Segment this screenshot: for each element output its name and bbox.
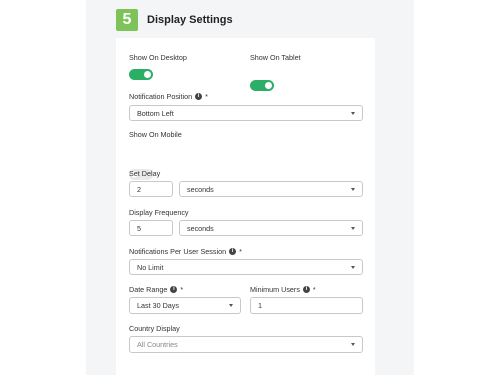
chevron-down-icon: [229, 304, 233, 307]
display-frequency-unit-select[interactable]: seconds: [179, 220, 363, 236]
required-marker: *: [205, 92, 208, 101]
set-delay-unit-select[interactable]: seconds: [179, 181, 363, 197]
notifications-per-session-select[interactable]: No Limit: [129, 259, 363, 275]
set-delay-input[interactable]: 2: [129, 181, 173, 197]
country-display-label: Country Display: [129, 324, 180, 333]
minimum-users-label-text: Minimum Users: [250, 285, 300, 294]
notifications-per-session-label: Notifications Per User Session i *: [129, 247, 242, 256]
chevron-down-icon: [351, 265, 355, 269]
required-marker: *: [180, 285, 184, 294]
show-on-tablet-toggle[interactable]: [250, 80, 274, 91]
country-display-placeholder: All Countries: [137, 340, 178, 349]
notification-position-label: Notification Position i *: [129, 92, 208, 101]
notifications-per-session-value: No Limit: [137, 262, 164, 272]
notification-position-value: Bottom Left: [137, 108, 174, 118]
toggle-knob: [265, 82, 272, 89]
display-frequency-value: 5: [137, 223, 141, 233]
required-marker: *: [312, 285, 316, 294]
notifications-per-session-label-text: Notifications Per User Session: [129, 247, 227, 256]
show-on-tablet-label: Show On Tablet: [250, 53, 301, 62]
country-display-select[interactable]: All Countries: [129, 336, 363, 353]
set-delay-value: 2: [137, 184, 141, 194]
chevron-down-icon: [351, 187, 355, 191]
toggle-knob: [144, 71, 151, 78]
date-range-label: Date Range i *: [129, 285, 183, 294]
show-on-desktop-toggle[interactable]: [129, 69, 153, 80]
display-frequency-input[interactable]: 5: [129, 220, 173, 236]
info-icon[interactable]: i: [195, 93, 203, 100]
chevron-down-icon: [351, 226, 355, 230]
minimum-users-value: 1: [258, 301, 262, 310]
section-header: 5 Display Settings: [116, 9, 233, 31]
info-icon[interactable]: i: [302, 286, 310, 293]
date-range-select[interactable]: Last 30 Days: [129, 297, 241, 314]
set-delay-label: Set Delay: [129, 169, 161, 178]
minimum-users-input[interactable]: 1: [250, 297, 363, 314]
display-settings-card: Show On Desktop Show On Tablet Notificat…: [116, 38, 375, 375]
chevron-down-icon: [351, 343, 355, 346]
show-on-desktop-label: Show On Desktop: [129, 53, 187, 62]
info-icon[interactable]: i: [170, 286, 178, 293]
display-frequency-unit-value: seconds: [187, 223, 214, 233]
required-marker: *: [239, 247, 242, 256]
step-number-badge: 5: [116, 9, 138, 31]
section-title: Display Settings: [147, 14, 233, 26]
date-range-label-text: Date Range: [129, 285, 168, 294]
info-icon[interactable]: i: [229, 248, 237, 255]
date-range-value: Last 30 Days: [137, 301, 179, 310]
show-on-mobile-label: Show On Mobile: [129, 130, 182, 139]
display-frequency-label: Display Frequency: [129, 208, 189, 217]
set-delay-unit-value: seconds: [187, 184, 214, 194]
notification-position-label-text: Notification Position: [129, 92, 193, 101]
minimum-users-label: Minimum Users i *: [250, 285, 316, 294]
chevron-down-icon: [351, 111, 355, 115]
notification-position-select[interactable]: Bottom Left: [129, 105, 363, 121]
